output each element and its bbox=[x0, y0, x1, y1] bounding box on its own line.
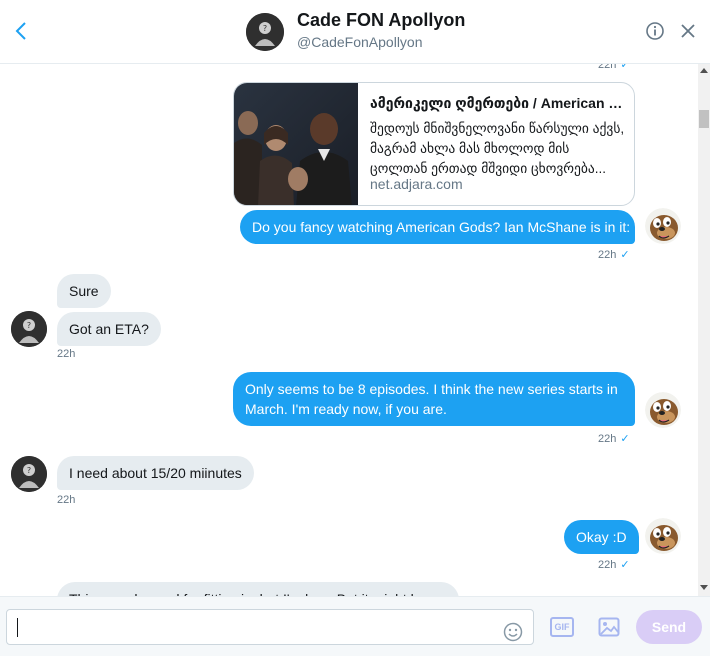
time-text: 22h bbox=[598, 433, 617, 445]
outgoing-message[interactable]: Okay :D bbox=[564, 520, 639, 554]
message-timestamp: 22h ✓ bbox=[598, 248, 630, 261]
outgoing-message[interactable]: Only seems to be 8 episodes. I think the… bbox=[233, 372, 635, 426]
message-timestamp: 22h bbox=[57, 494, 76, 506]
message-input[interactable] bbox=[6, 609, 534, 645]
contact-avatar[interactable]: ? bbox=[246, 13, 284, 51]
my-avatar[interactable] bbox=[645, 392, 681, 428]
info-icon[interactable] bbox=[645, 21, 665, 41]
check-icon: ✓ bbox=[620, 64, 630, 71]
text-caret bbox=[17, 618, 18, 637]
image-icon[interactable] bbox=[598, 616, 620, 638]
conversation-header: ? Cade FON Apollyon @CadeFonApollyon bbox=[0, 0, 710, 64]
scroll-up-arrow-icon[interactable] bbox=[698, 64, 710, 76]
svg-text:?: ? bbox=[27, 321, 31, 330]
outgoing-message[interactable]: Do you fancy watching American Gods? Ian… bbox=[240, 210, 635, 244]
link-preview-description: შედოუს მნიშვნელოვანი წარსული აქვს, მაგრა… bbox=[370, 121, 625, 176]
my-avatar[interactable] bbox=[645, 518, 681, 554]
link-preview-title: ამერიკელი ღმერთები / American G... bbox=[370, 95, 628, 111]
incoming-message[interactable]: I need about 15/20 miinutes bbox=[57, 456, 254, 490]
incoming-message[interactable]: Sure bbox=[57, 274, 111, 308]
check-icon: ✓ bbox=[620, 559, 630, 571]
contact-message-avatar[interactable]: ? bbox=[11, 311, 47, 347]
scroll-thumb[interactable] bbox=[699, 110, 709, 128]
check-icon: ✓ bbox=[620, 249, 630, 261]
time-text: 22h bbox=[598, 249, 617, 261]
link-preview-card[interactable]: ამერიკელი ღმერთები / American G... შედოუ… bbox=[233, 82, 635, 206]
link-preview-image bbox=[234, 83, 358, 205]
scrollbar[interactable] bbox=[698, 64, 710, 596]
message-list[interactable]: 22h ✓ ამერიკელი ღმერთები / American G...… bbox=[0, 64, 698, 596]
contact-message-avatar[interactable]: ? bbox=[11, 456, 47, 492]
contact-handle[interactable]: @CadeFonApollyon bbox=[297, 34, 423, 50]
back-arrow-icon[interactable] bbox=[10, 18, 32, 44]
time-text: 22h bbox=[598, 559, 617, 571]
send-button[interactable]: Send bbox=[636, 610, 702, 644]
message-timestamp: 22h ✓ bbox=[598, 432, 630, 445]
svg-text:?: ? bbox=[263, 24, 267, 33]
gif-icon[interactable]: GIF bbox=[550, 617, 574, 637]
message-timestamp: 22h bbox=[57, 348, 76, 360]
svg-text:?: ? bbox=[27, 466, 31, 475]
my-avatar[interactable] bbox=[645, 208, 681, 244]
incoming-message[interactable]: This sounds good for fitting in, but I'm… bbox=[57, 582, 459, 596]
link-preview-domain: net.adjara.com bbox=[370, 176, 463, 192]
message-timestamp: 22h ✓ bbox=[598, 64, 630, 71]
close-icon[interactable] bbox=[679, 22, 697, 40]
incoming-message[interactable]: Got an ETA? bbox=[57, 312, 161, 346]
check-icon: ✓ bbox=[620, 433, 630, 445]
emoji-icon[interactable] bbox=[503, 622, 523, 642]
message-timestamp: 22h ✓ bbox=[598, 558, 630, 571]
contact-name[interactable]: Cade FON Apollyon bbox=[297, 10, 465, 31]
scroll-down-arrow-icon[interactable] bbox=[698, 582, 710, 594]
time-text: 22h bbox=[598, 64, 617, 71]
